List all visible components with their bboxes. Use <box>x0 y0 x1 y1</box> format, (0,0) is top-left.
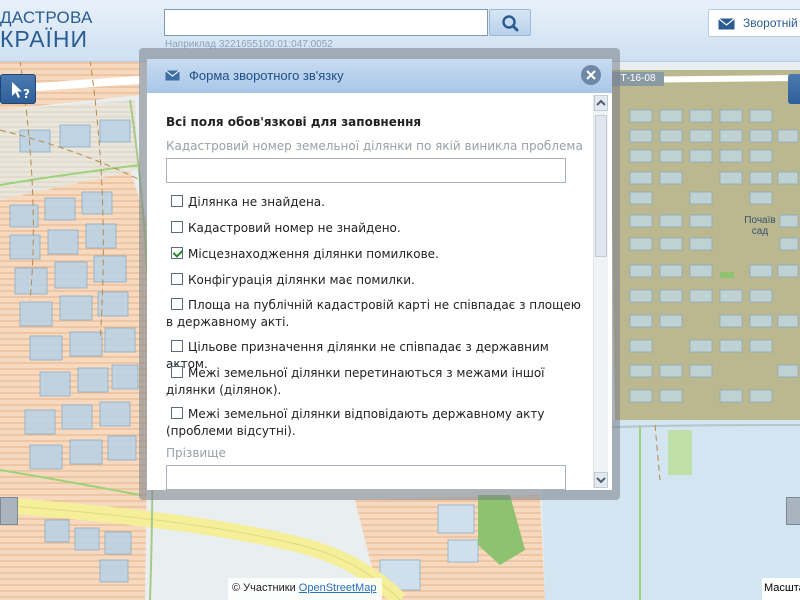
checkbox-row[interactable]: Ділянка не знайдена. <box>166 194 586 211</box>
feedback-label: Зворотній <box>743 16 798 30</box>
scroll-down-button[interactable] <box>594 472 608 488</box>
close-icon <box>586 70 596 80</box>
checkbox-row[interactable]: Місцезнаходження ділянки помилкове. <box>166 246 586 263</box>
checkbox-row[interactable]: Межі земельної ділянки перетинаються з м… <box>166 365 586 399</box>
checkbox-label: Площа на публічній кадастровій карті не … <box>166 298 581 329</box>
surname-label: Прізвище <box>166 446 226 460</box>
feedback-form: Всі поля обов'язкові для заповнення Када… <box>147 93 612 490</box>
checkbox[interactable] <box>171 340 183 352</box>
checkbox-label: Місцезнаходження ділянки помилкове. <box>188 247 439 261</box>
logo-line1[interactable]: ДАСТРОВА <box>0 8 92 28</box>
right-tool-button[interactable] <box>788 74 800 104</box>
checkbox-label: Ділянка не знайдена. <box>188 195 325 209</box>
svg-text:?: ? <box>23 87 30 101</box>
required-note: Всі поля обов'язкові для заповнення <box>166 115 422 129</box>
checkbox-label: Межі земельної ділянки перетинаються з м… <box>166 366 545 397</box>
checkbox-row[interactable]: Межі земельної ділянки відповідають держ… <box>166 406 586 440</box>
checkbox[interactable] <box>171 273 183 285</box>
envelope-icon <box>718 18 735 30</box>
logo-line2[interactable]: КРАЇНИ <box>0 26 88 53</box>
chevron-down-icon <box>596 477 606 484</box>
left-panel-handle[interactable] <box>0 497 18 525</box>
checkbox-label: Кадастровий номер не знайдено. <box>188 221 401 235</box>
checkbox-row[interactable]: Кадастровий номер не знайдено. <box>166 220 586 237</box>
checkbox[interactable] <box>171 407 183 419</box>
cursor-question-icon: ? <box>12 82 30 101</box>
cadastral-number-input[interactable] <box>166 158 566 183</box>
scrollbar-thumb[interactable] <box>595 115 607 257</box>
checkbox[interactable] <box>171 221 183 233</box>
checkbox-row[interactable]: Площа на публічній кадастровій карті не … <box>166 297 586 331</box>
surname-input[interactable] <box>166 465 566 490</box>
identify-tool-button[interactable]: ? <box>0 74 36 104</box>
feedback-dialog-header[interactable]: Форма зворотного зв'язку <box>147 59 612 93</box>
checkbox-row[interactable]: Конфігурація ділянки має помилки. <box>166 272 586 289</box>
cadastral-label: Кадастровий номер земельної ділянки по я… <box>166 139 583 153</box>
scroll-up-button[interactable] <box>594 95 608 111</box>
feedback-button[interactable]: Зворотній <box>708 9 800 37</box>
attribution-prefix: © Участники <box>232 582 299 594</box>
chevron-up-icon <box>596 99 606 106</box>
checkbox-label: Межі земельної ділянки відповідають держ… <box>166 407 545 438</box>
osm-link[interactable]: OpenStreetMap <box>299 582 377 594</box>
scale-label: Масштаб <box>762 578 800 600</box>
checkbox[interactable] <box>171 366 183 378</box>
place-label: Почаїв сад <box>744 215 776 237</box>
checkbox[interactable] <box>171 298 183 310</box>
scrollbar[interactable] <box>593 95 608 488</box>
search-input[interactable] <box>164 9 488 36</box>
checkbox[interactable] <box>171 195 183 207</box>
checkbox-label: Конфігурація ділянки має помилки. <box>188 273 415 287</box>
checkbox-checked[interactable] <box>171 247 183 259</box>
search-icon <box>502 15 519 32</box>
map-attribution: © Участники OpenStreetMap <box>228 578 383 600</box>
close-dialog-button[interactable] <box>581 65 601 85</box>
dialog-title: Форма зворотного зв'язку <box>189 68 344 83</box>
search-button[interactable] <box>489 9 531 36</box>
right-panel-handle[interactable] <box>786 497 800 525</box>
envelope-icon <box>165 70 180 81</box>
